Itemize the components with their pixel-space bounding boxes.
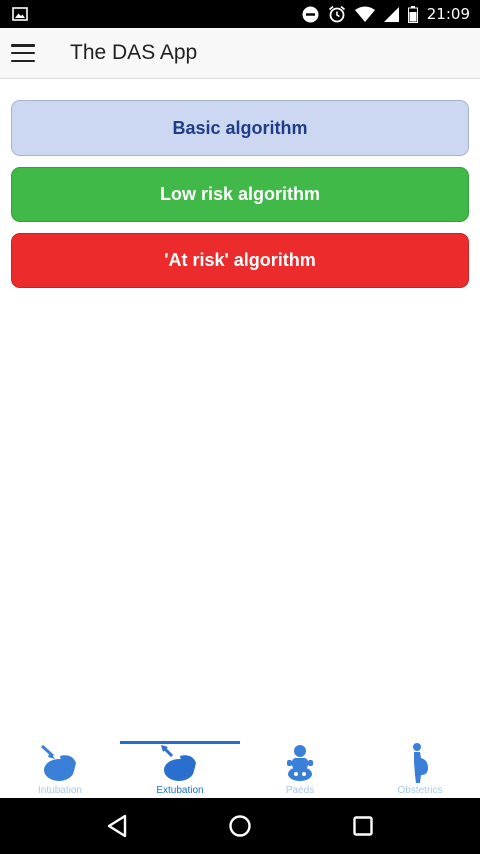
wifi-icon [354,6,375,22]
back-icon [107,814,126,838]
status-bar: 21:09 [0,0,480,28]
intubation-icon [38,743,82,783]
home-button[interactable] [210,798,270,854]
obstetrics-icon [408,743,432,783]
tab-extubation[interactable]: Extubation [120,738,240,798]
tab-intubation[interactable]: Intubation [0,738,120,798]
bottom-tab-bar: Intubation Extubation Paeds Obstetrics [0,738,480,798]
recents-button[interactable] [333,798,393,854]
alarm-icon [328,5,346,23]
low-risk-algorithm-button[interactable]: Low risk algorithm [11,167,469,222]
back-button[interactable] [87,798,147,854]
paeds-icon [285,743,315,783]
at-risk-algorithm-button[interactable]: 'At risk' algorithm [11,233,469,288]
tab-label: Extubation [156,785,204,796]
app-bar: The DAS App [0,28,480,79]
signal-icon [383,6,399,22]
menu-button[interactable] [0,28,70,79]
image-icon [12,7,28,21]
algorithm-list: Basic algorithm Low risk algorithm 'At r… [11,100,469,299]
menu-icon [11,44,35,62]
basic-algorithm-button[interactable]: Basic algorithm [11,100,469,156]
tab-obstetrics[interactable]: Obstetrics [360,738,480,798]
home-icon [229,815,251,837]
page-title: The DAS App [70,41,198,64]
tab-label: Obstetrics [397,785,443,796]
tab-label: Intubation [38,785,82,796]
status-time: 21:09 [426,5,470,23]
recents-icon [353,816,374,836]
active-tab-indicator [120,741,240,744]
battery-icon [407,5,418,23]
tab-label: Paeds [285,785,315,796]
system-nav-bar [0,798,480,854]
do-not-disturb-icon [302,6,319,23]
tab-paeds[interactable]: Paeds [240,738,360,798]
extubation-icon [158,743,202,783]
